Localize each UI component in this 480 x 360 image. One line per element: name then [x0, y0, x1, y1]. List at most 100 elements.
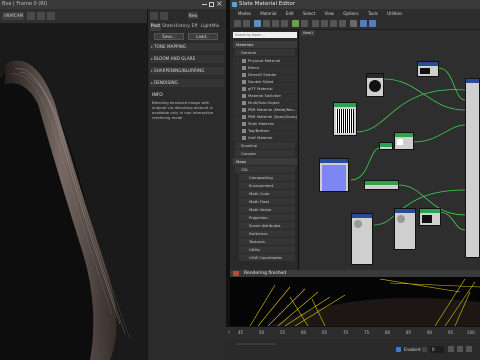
render-preview	[230, 277, 480, 326]
group-maps[interactable]: Maps	[233, 158, 297, 165]
material-node[interactable]	[379, 142, 393, 150]
alpha-icon[interactable]	[37, 12, 45, 20]
list-item[interactable]: Multi/Sub-Object	[233, 99, 297, 106]
camera-dropdown[interactable]: VRAYCAM	[2, 12, 24, 20]
material-node[interactable]	[364, 180, 399, 190]
list-item[interactable]: Environment	[239, 182, 295, 189]
zoom-icon[interactable]	[360, 20, 367, 27]
close-icon[interactable]: ×	[216, 0, 223, 8]
tab-post[interactable]: Post	[150, 23, 161, 31]
section-sharpening[interactable]: SHARPENING/BLURRING	[150, 67, 224, 75]
play-icon[interactable]	[448, 346, 454, 352]
section-denoising[interactable]: DENOISING	[150, 79, 224, 87]
section-bloom-glare[interactable]: BLOOM AND GLARE	[150, 55, 224, 63]
save-button[interactable]: Save...	[154, 33, 184, 40]
menu-tools[interactable]: Tools	[368, 9, 378, 18]
section-tone-mapping[interactable]: TONE MAPPING	[150, 43, 224, 51]
list-item[interactable]: Math Color	[239, 190, 295, 197]
browser-list: Materials General Physical Material Blen…	[233, 41, 297, 262]
next-frame-icon[interactable]	[457, 346, 463, 352]
list-item[interactable]: Top/Bottom	[233, 127, 297, 134]
node-view[interactable]: View1	[299, 30, 480, 270]
select-tool-icon[interactable]	[234, 20, 241, 27]
material-node[interactable]	[394, 132, 414, 150]
frame-field[interactable]: 0	[430, 346, 444, 353]
checker-icon[interactable]	[350, 20, 357, 27]
group-coronar[interactable]: Coronar	[235, 150, 295, 157]
list-item[interactable]: glTF Material	[233, 85, 297, 92]
layout-children-icon[interactable]	[321, 20, 328, 27]
menu-edit[interactable]: Edit	[286, 9, 294, 18]
list-item[interactable]: Textures	[239, 238, 295, 245]
search-input[interactable]	[233, 32, 297, 38]
list-item[interactable]: Xref Material	[233, 134, 297, 141]
maximize-icon[interactable]	[209, 2, 214, 7]
tick: 95	[448, 330, 454, 335]
show-map-icon[interactable]	[292, 20, 299, 27]
material-map-browser-icon[interactable]	[339, 20, 346, 27]
group-scanline[interactable]: Scanline	[235, 142, 295, 149]
tab-stats[interactable]: Stats	[162, 23, 174, 31]
color-node[interactable]	[319, 158, 349, 192]
physical-material-node[interactable]	[465, 78, 480, 258]
material-node[interactable]	[366, 73, 384, 97]
menu-select[interactable]: Select	[303, 9, 315, 18]
settings-icon[interactable]	[150, 12, 158, 20]
move-children-icon[interactable]	[281, 20, 288, 27]
new-button[interactable]: New	[188, 12, 198, 19]
list-item[interactable]: Double Sided	[233, 78, 297, 85]
list-item[interactable]: Shell Material	[233, 120, 297, 127]
menu-modes[interactable]: Modes	[238, 9, 251, 18]
lock-icon[interactable]	[396, 347, 401, 352]
delete-icon[interactable]	[272, 20, 279, 27]
list-item[interactable]: Material Switcher	[233, 92, 297, 99]
layout-all-icon[interactable]	[312, 20, 319, 27]
timeline[interactable]: ‹ 45 50 55 60 65 70 75 80 85 90 95 100	[226, 326, 480, 339]
list-item[interactable]: Projection	[239, 214, 295, 221]
bitmap-node[interactable]	[333, 102, 357, 136]
tab-lightmix[interactable]: LightMix	[200, 23, 220, 31]
render-viewport[interactable]	[0, 24, 147, 360]
chevron-left-icon[interactable]: ‹	[228, 329, 232, 337]
load-button[interactable]: Load...	[188, 33, 218, 40]
list-item[interactable]: Compositing	[239, 174, 295, 181]
rgb-icon[interactable]	[27, 12, 35, 20]
assign-icon[interactable]	[263, 20, 270, 27]
list-item[interactable]: PBR Material (Spec/Gloss)	[233, 113, 297, 120]
key-icon[interactable]	[422, 347, 427, 352]
list-item[interactable]: PBR Material (Metal/Rou...	[233, 106, 297, 113]
material-node[interactable]	[351, 213, 373, 265]
menu-view[interactable]: View	[324, 9, 334, 18]
material-node[interactable]	[417, 61, 439, 77]
material-node[interactable]	[419, 208, 441, 226]
group-osl[interactable]: OSL	[235, 166, 295, 173]
material-node[interactable]	[394, 208, 416, 250]
save-image-icon[interactable]	[47, 12, 55, 20]
list-item[interactable]: DirectX Shader	[233, 71, 297, 78]
tick: 50	[259, 330, 265, 335]
tab-history[interactable]: History	[174, 23, 190, 31]
material-parameter-editor-icon[interactable]	[330, 20, 337, 27]
menu-utilities[interactable]: Utilities	[387, 9, 402, 18]
list-item[interactable]: Math Vector	[239, 206, 295, 213]
list-item[interactable]: Scene Attributes	[239, 222, 295, 229]
list-item[interactable]: UVW Coordinates	[239, 254, 295, 261]
menu-options[interactable]: Options	[343, 9, 358, 18]
show-background-icon[interactable]	[301, 20, 308, 27]
tick: 45	[238, 330, 244, 335]
tab-eff[interactable]: Eff	[190, 23, 199, 31]
list-item[interactable]: Utility	[239, 246, 295, 253]
layers-icon[interactable]	[160, 12, 168, 20]
put-to-scene-icon[interactable]	[254, 20, 261, 27]
menu-material[interactable]: Material	[260, 9, 276, 18]
group-general[interactable]: General	[235, 49, 295, 56]
list-item[interactable]: Math Float	[239, 198, 295, 205]
minimize-icon[interactable]	[202, 4, 207, 5]
group-materials[interactable]: Materials	[233, 41, 297, 48]
list-item[interactable]: Physical Material	[233, 57, 297, 64]
pick-material-icon[interactable]	[243, 20, 250, 27]
settings-icon[interactable]	[466, 346, 472, 352]
zoom-extents-icon[interactable]	[369, 20, 376, 27]
list-item[interactable]: Switchers	[239, 230, 295, 237]
list-item[interactable]: Blend	[233, 64, 297, 71]
